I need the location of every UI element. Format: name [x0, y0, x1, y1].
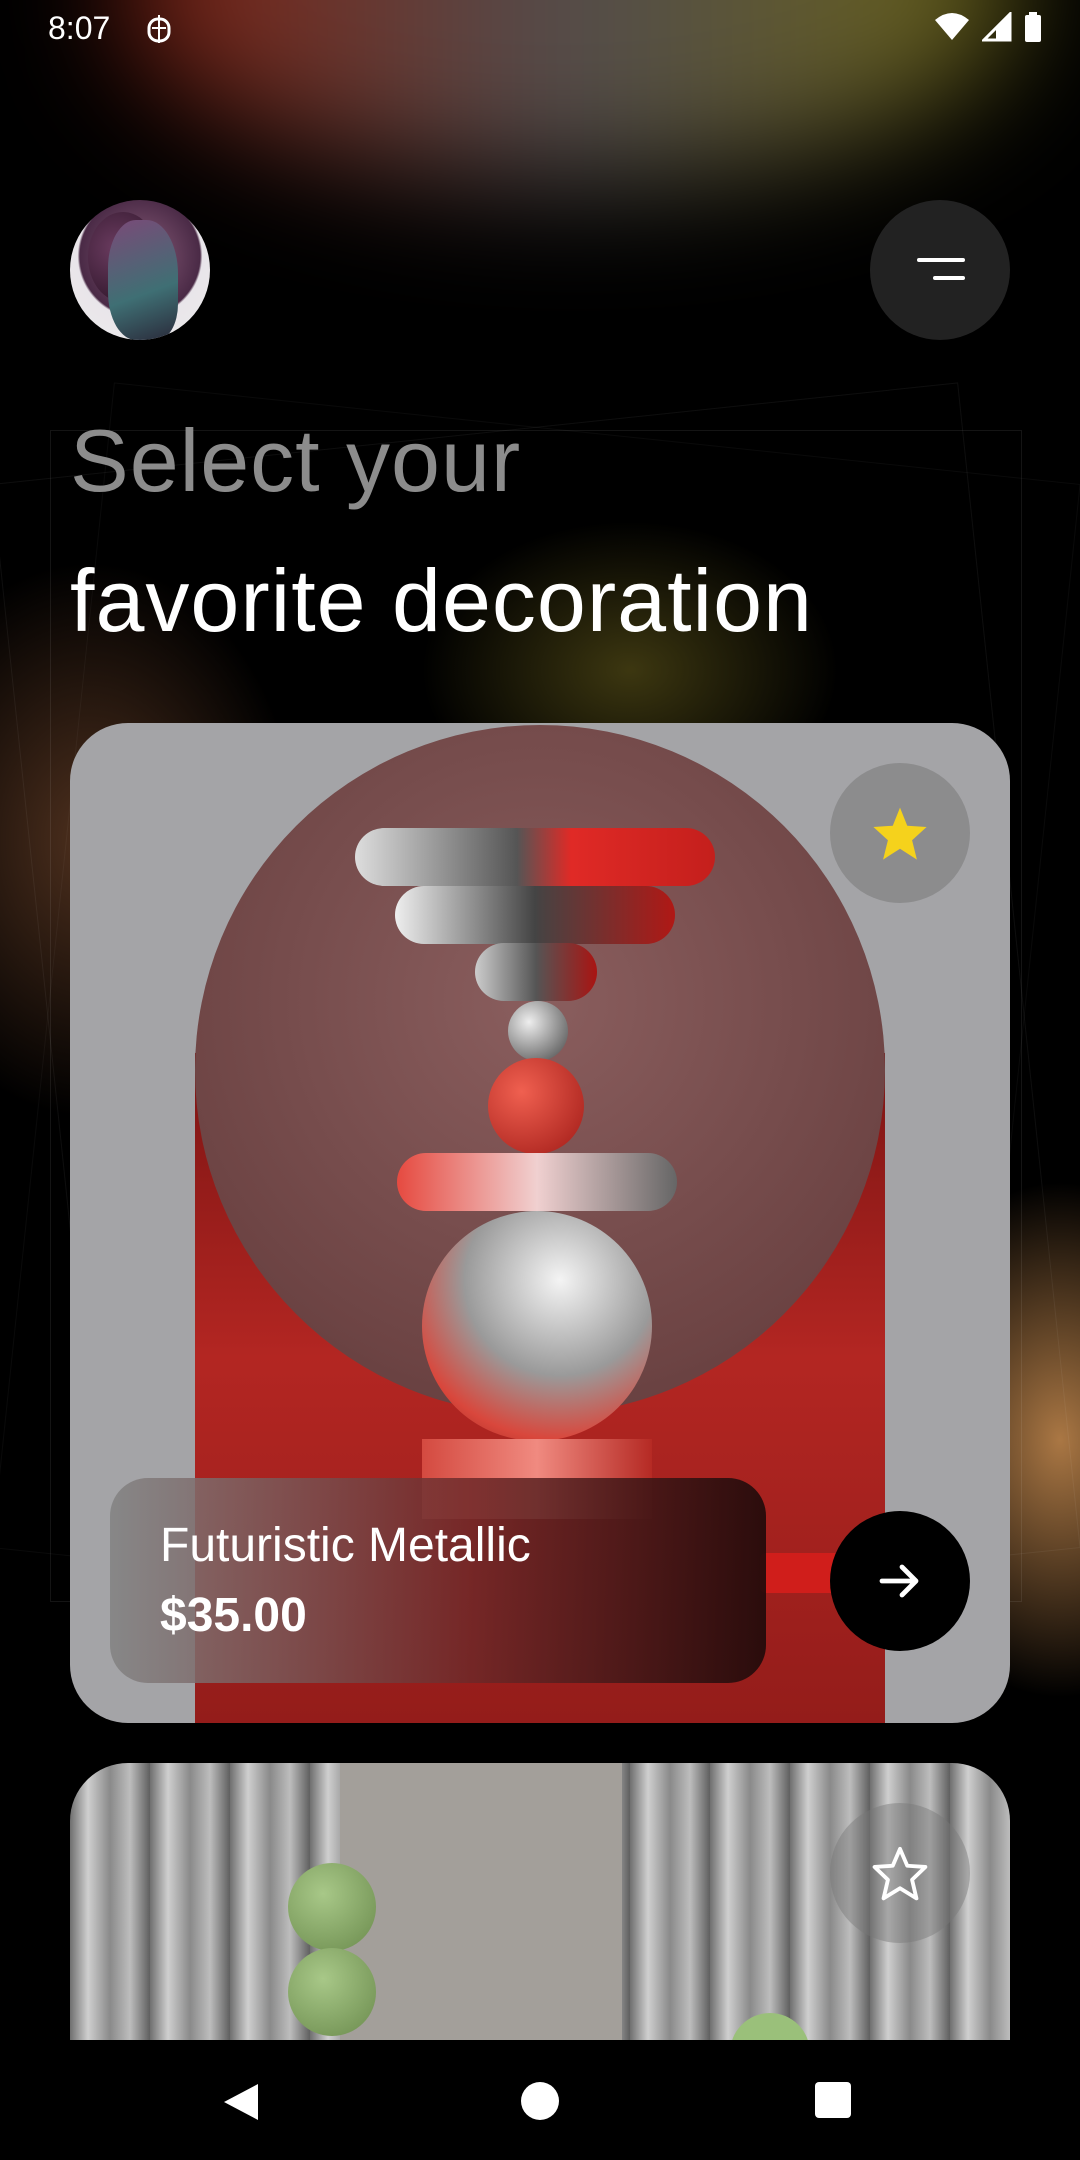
product-image-wall [340, 1763, 622, 2063]
menu-button[interactable] [870, 200, 1010, 340]
favorite-button[interactable] [830, 1803, 970, 1943]
product-info-panel: Futuristic Metallic $35.00 [110, 1478, 766, 1683]
user-avatar[interactable] [70, 200, 210, 340]
product-name: Futuristic Metallic [160, 1519, 531, 1572]
sculpture-sphere [422, 1211, 652, 1441]
cell-signal-icon [982, 12, 1012, 42]
star-outline-icon [872, 1846, 928, 1901]
arrow-right-icon [879, 1564, 919, 1598]
battery-icon [1025, 12, 1041, 42]
product-card[interactable]: Futuristic Metallic $35.00 [70, 723, 1010, 1723]
product-price: $35.00 [160, 1589, 307, 1642]
product-card[interactable] [70, 1763, 1010, 2063]
sculpture-rod [395, 886, 675, 944]
system-navigation-bar [0, 2040, 1080, 2160]
green-sphere [288, 1948, 376, 2036]
status-bar: 8:07 [0, 0, 1080, 60]
page-title-line-2: favorite decoration [70, 551, 813, 650]
open-product-button[interactable] [830, 1511, 970, 1651]
sculpture-sphere [488, 1058, 584, 1154]
menu-icon [933, 276, 965, 280]
sculpture-sphere [508, 1001, 568, 1061]
favorite-button[interactable] [830, 763, 970, 903]
recents-icon[interactable] [815, 2082, 851, 2118]
page-title-line-1: Select your [70, 411, 522, 510]
green-sphere [288, 1863, 376, 1951]
menu-icon [917, 258, 965, 262]
home-icon[interactable] [521, 2082, 559, 2120]
wifi-icon [935, 13, 969, 40]
back-icon[interactable] [222, 2082, 260, 2122]
star-filled-icon [873, 807, 927, 860]
status-time: 8:07 [48, 10, 111, 46]
sculpture-rod [475, 943, 597, 1001]
avatar-face [108, 220, 178, 340]
app-notification-icon [147, 15, 171, 43]
sculpture-rod [355, 828, 715, 886]
sculpture-rod [397, 1153, 677, 1211]
